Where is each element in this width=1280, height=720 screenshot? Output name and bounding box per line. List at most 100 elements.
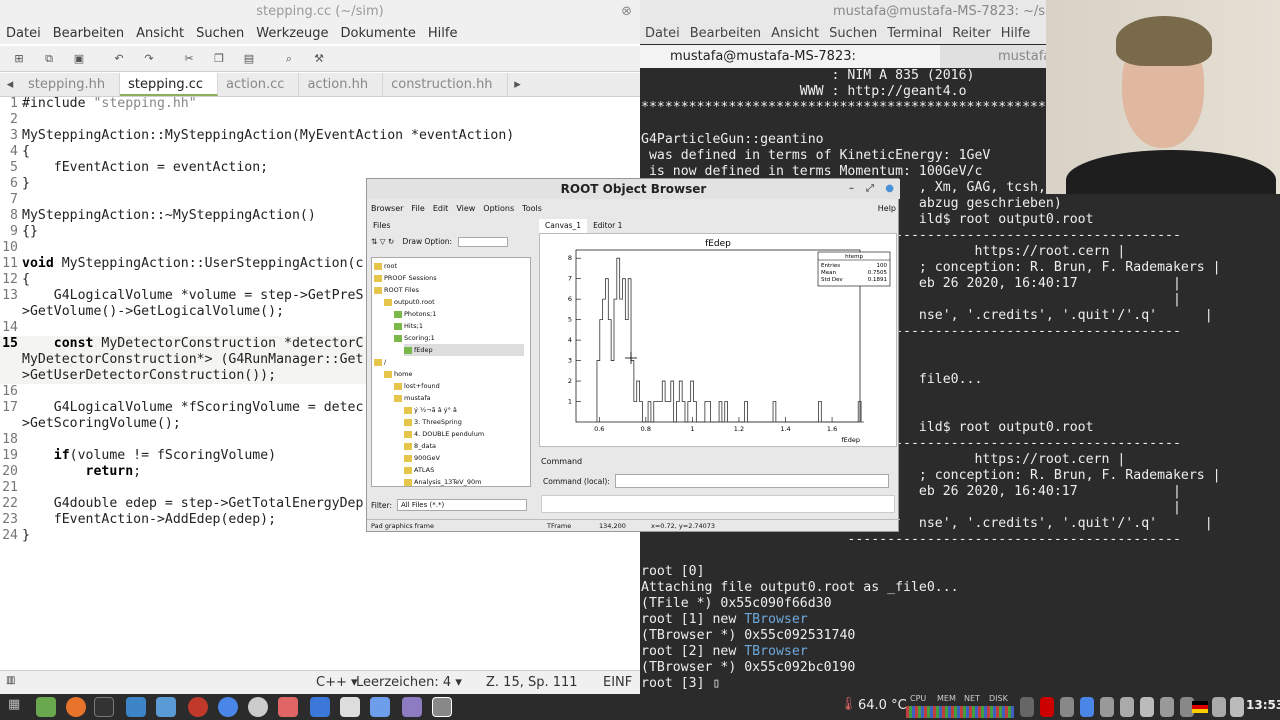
tree-item[interactable]: 900GeV [404,452,524,464]
menu-dokumente[interactable]: Dokumente [335,24,422,44]
root-menu-browser[interactable]: Browser [367,201,407,217]
tree-item[interactable]: Analysis_13TeV_90m [404,476,524,486]
root-menu-view[interactable]: View [452,201,479,217]
keyboard-layout-icon[interactable] [1192,701,1208,713]
command-input[interactable] [615,474,889,488]
tree-item[interactable]: ROOT Files [374,284,524,296]
files-tab[interactable]: Files [369,219,529,233]
tab-scroll-right-icon[interactable]: ▸ [508,73,528,96]
undo-icon[interactable]: ↶ [108,52,130,65]
tree-item[interactable]: mustafa [394,392,524,404]
code-line[interactable]: 5 fEventAction = eventAction; [0,160,640,176]
mail-icon[interactable] [126,697,146,717]
tree-item[interactable]: root [374,260,524,272]
mint-menu-icon[interactable] [36,697,56,717]
tree-item[interactable]: 3. ThreeSpring [404,416,524,428]
show-desktop-icon[interactable]: ▦ [8,697,28,717]
tree-item[interactable]: fEdep [404,344,524,356]
histogram-chart[interactable]: fEdep 0.6 0.8 1 1.2 1.4 1.6 1 2 3 4 5 6 7 8 fEdep htemp E… [540,234,896,446]
code-line[interactable]: 4{ [0,144,640,160]
histogram-canvas[interactable]: fEdep 0.6 0.8 1 1.2 1.4 1.6 1 2 3 4 5 6 7 8 fEdep htemp E… [539,233,897,447]
menu-bearbeiten[interactable]: Bearbeiten [47,24,130,44]
menu-hilfe[interactable]: Hilfe [422,24,464,44]
shield-icon[interactable] [1140,697,1154,717]
term-menu-datei[interactable]: Datei [640,24,685,44]
root-menu-options[interactable]: Options [479,201,518,217]
tree-item[interactable]: output0.root [384,296,524,308]
code-line[interactable]: 2 [0,112,640,128]
tray-icon-4[interactable] [1100,697,1114,717]
tab-editor-1[interactable]: Editor 1 [587,219,628,233]
network-icon[interactable] [1212,697,1226,717]
app-icon-red[interactable] [278,697,298,717]
indent-selector[interactable]: Leerzeichen: 4 ▾ [356,675,462,690]
cut-icon[interactable]: ✂ [178,52,200,65]
tray-icon-3[interactable] [1060,697,1074,717]
filter-icon[interactable]: ▽ [380,237,386,246]
tree-item[interactable]: ATLAS [404,464,524,476]
clock[interactable]: 13:53 [1246,698,1280,712]
tree-item[interactable]: Scoring;1 [394,332,524,344]
firefox-icon[interactable] [66,697,86,717]
copy-icon[interactable]: ❐ [208,52,230,65]
term-menu-reiter[interactable]: Reiter [947,24,996,44]
tree-item[interactable]: 4. DOUBLE pendulum [404,428,524,440]
inkscape-icon[interactable] [248,697,268,717]
sort-icon[interactable]: ⇅ [371,237,377,246]
tree-item[interactable]: PROOF Sessions [374,272,524,284]
open-file-icon[interactable]: ⧉ [38,52,60,66]
close-icon[interactable]: ● [885,179,894,199]
root-menu-tools[interactable]: Tools [518,201,546,217]
files-icon[interactable] [156,697,176,717]
tab-stepping-hh[interactable]: stepping.hh [20,73,121,96]
tree-item[interactable]: home [384,368,524,380]
refresh-icon[interactable]: ↻ [388,237,394,246]
terminal-tab-build[interactable]: mustafa@mustafa-MS-7823: ~/sim/build✕ [640,45,940,88]
tab-action-hh[interactable]: action.hh [299,73,384,96]
term-menu-ansicht[interactable]: Ansicht [766,24,824,44]
tree-item[interactable]: lost+found [394,380,524,392]
draw-option-select[interactable] [458,237,509,247]
chrome-icon[interactable] [218,697,238,717]
terminal-icon[interactable] [94,697,114,717]
tree-item[interactable]: Photons;1 [394,308,524,320]
term-menu-suchen[interactable]: Suchen [824,24,882,44]
tab-scroll-left-icon[interactable]: ◂ [0,73,20,96]
menu-werkzeuge[interactable]: Werkzeuge [250,24,334,44]
volume-icon[interactable] [1230,697,1244,717]
editor-icon[interactable] [402,697,422,717]
new-file-icon[interactable]: ⊞ [8,52,30,65]
root-menu-edit[interactable]: Edit [429,201,453,217]
tab-construction-hh[interactable]: construction.hh [383,73,508,96]
term-menu-bearbeiten[interactable]: Bearbeiten [685,24,766,44]
root-menu-file[interactable]: File [407,201,428,217]
tray-icon-5[interactable] [1120,697,1134,717]
media-icon[interactable] [188,697,208,717]
camera-icon[interactable] [370,697,390,717]
filter-select[interactable]: All Files (*.*) [397,499,527,511]
tray-icon-6[interactable] [1160,697,1174,717]
settings-icon[interactable] [340,697,360,717]
code-line[interactable]: 3 MySteppingAction::MySteppingAction(MyEv… [0,128,640,144]
language-selector[interactable]: C++ ▾ [316,675,358,690]
replace-icon[interactable]: ⚒ [308,52,330,65]
tree-item[interactable]: Hits;1 [394,320,524,332]
tray-icon-1[interactable] [1020,697,1034,717]
save-icon[interactable]: ▣ [68,52,90,65]
tab-canvas-1[interactable]: Canvas_1 [539,219,588,233]
tree-item[interactable]: / [374,356,524,368]
menu-ansicht[interactable]: Ansicht [130,24,190,44]
tab-stepping-cc[interactable]: stepping.cc [120,73,218,96]
sidepanel-icon[interactable]: ▥ [6,675,15,686]
search-icon[interactable]: ⌕ [278,52,300,66]
bluetooth-icon[interactable] [1080,697,1094,717]
command-tab[interactable]: Command [541,457,582,466]
code-line[interactable]: 1 #include "stepping.hh" [0,96,640,112]
file-tree[interactable]: root PROOF Sessions ROOT Files output0.root… [371,257,531,487]
document-icon[interactable] [310,697,330,717]
redo-icon[interactable]: ↷ [138,52,160,65]
gedit-active-icon[interactable] [432,697,452,717]
paste-icon[interactable]: ▤ [238,52,260,65]
terminal-tab-2[interactable]: mustafa [940,45,1051,69]
menu-suchen[interactable]: Suchen [190,24,250,44]
